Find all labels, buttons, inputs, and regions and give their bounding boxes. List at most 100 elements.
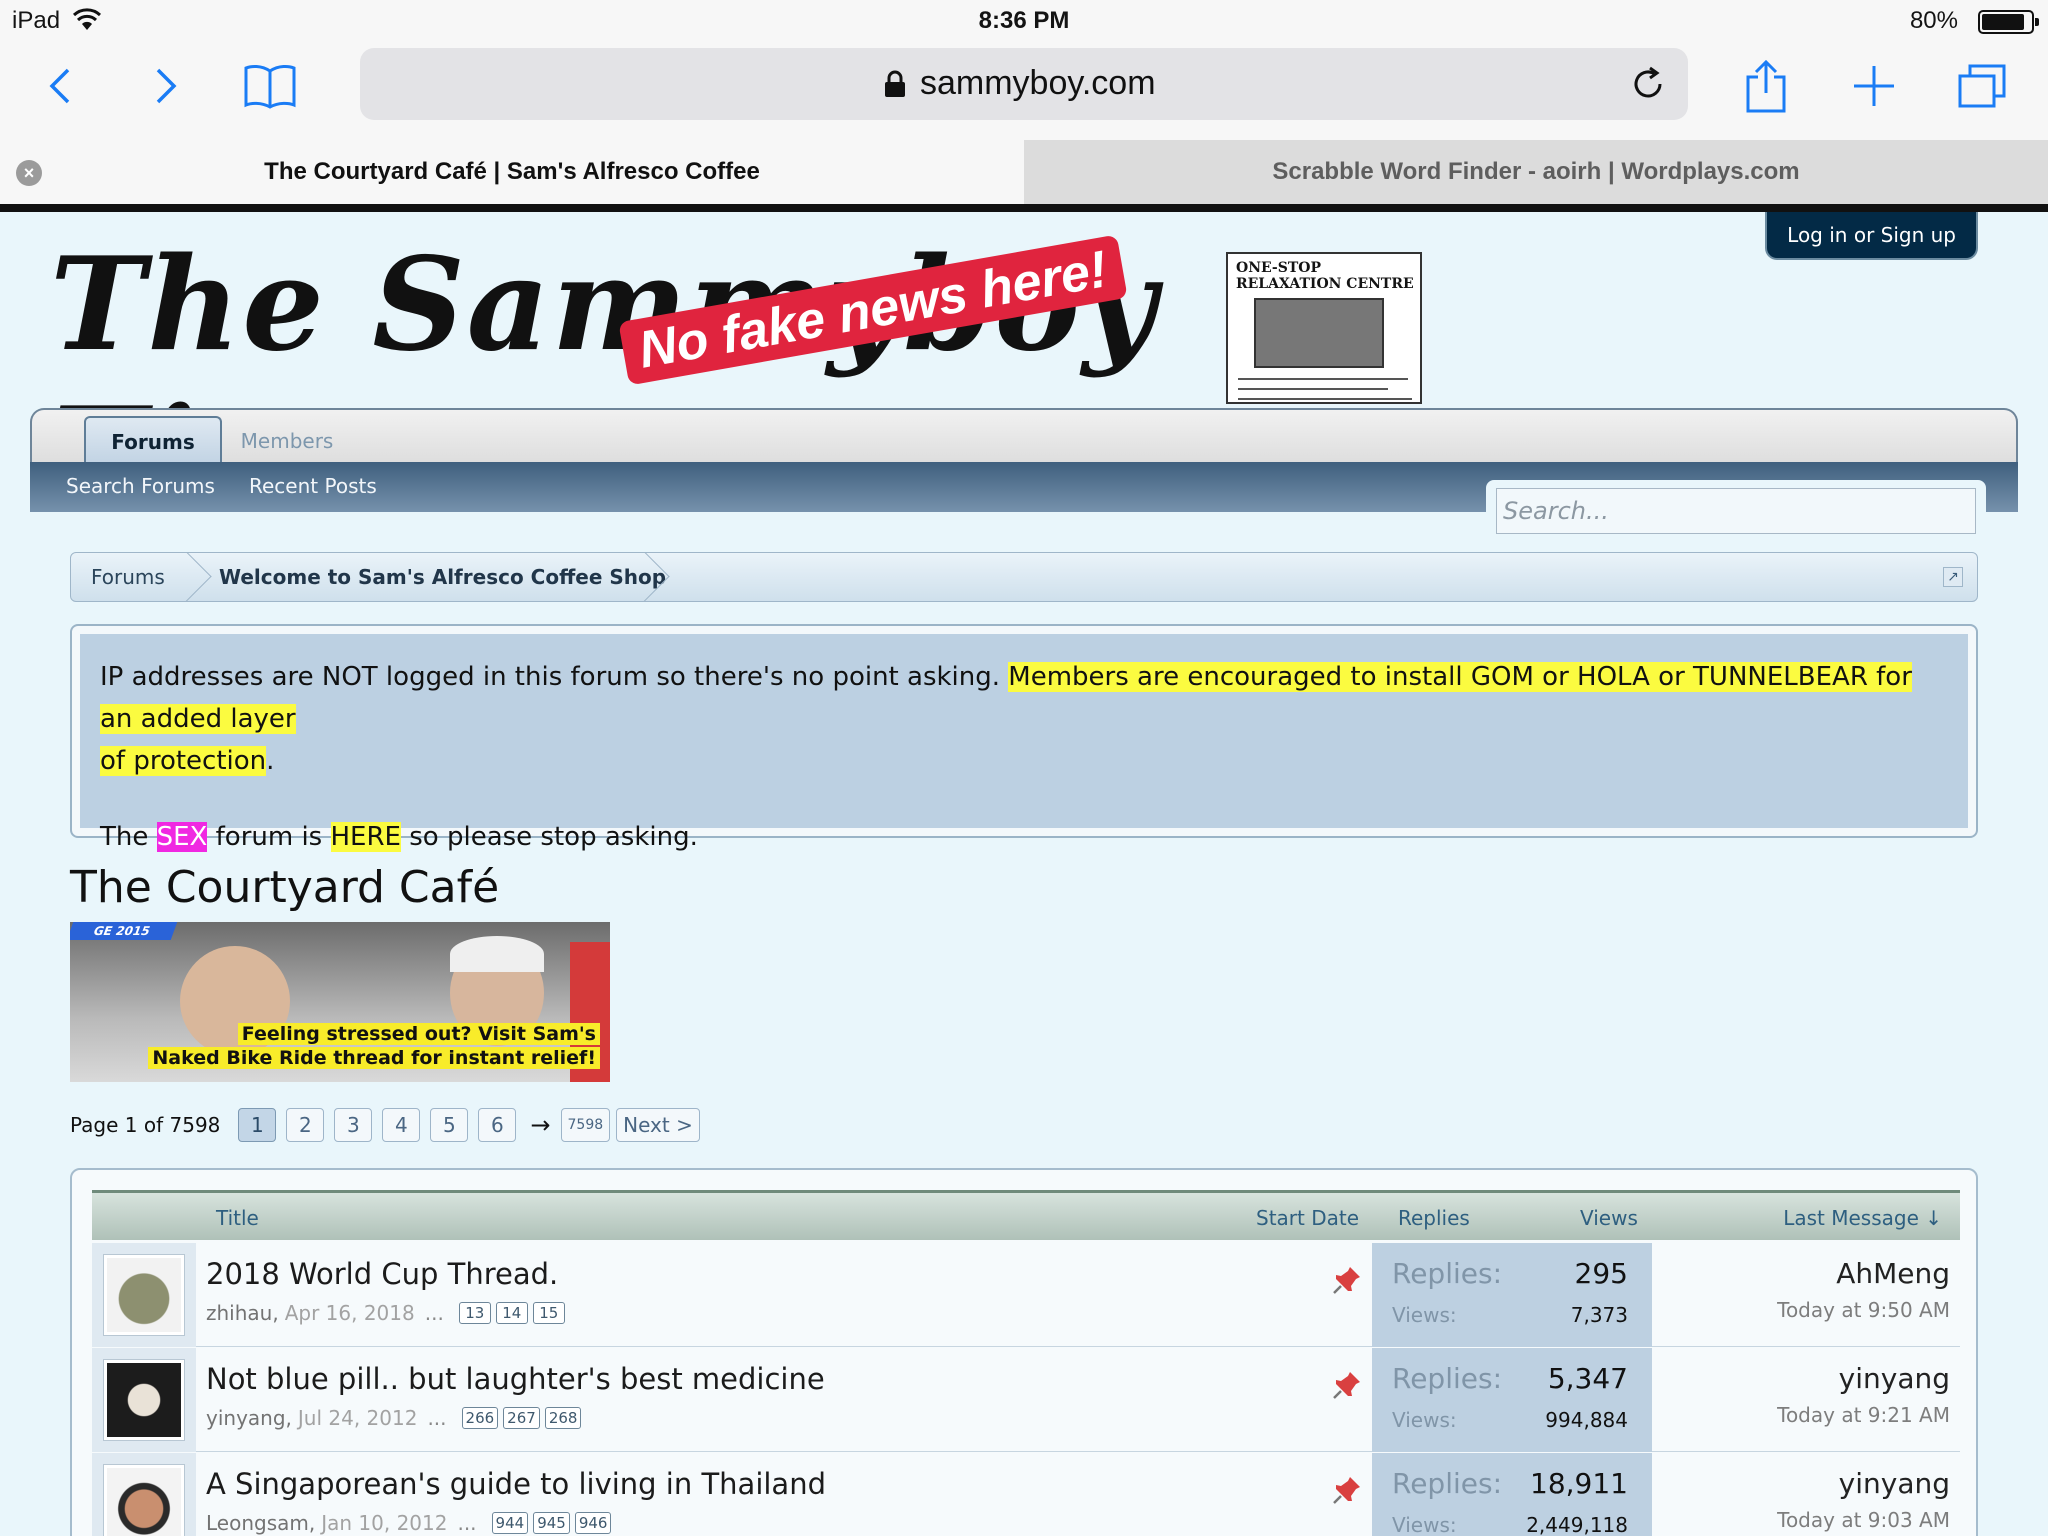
thread-page-link[interactable]: 14 (495, 1302, 528, 1324)
replies-count: 5,347 (1547, 1362, 1628, 1395)
jump-to-icon[interactable]: ↗ (1943, 567, 1963, 587)
avatar[interactable] (104, 1360, 184, 1440)
thread-author[interactable]: Leongsam, (206, 1511, 315, 1535)
page-link-last[interactable]: 7598 (560, 1108, 611, 1142)
address-bar[interactable]: sammyboy.com (360, 48, 1688, 120)
avatar[interactable] (104, 1465, 184, 1536)
last-message-time[interactable]: Today at 9:03 AM (1777, 1508, 1950, 1532)
last-message-user[interactable]: AhMeng (1777, 1257, 1950, 1290)
replies-label: Replies: (1392, 1467, 1503, 1500)
notice-text: forum is (207, 822, 331, 852)
battery-percent: 80% (1909, 7, 1958, 34)
chevron-right-icon (156, 68, 177, 104)
notice-text: . (266, 746, 275, 776)
thread-meta: Leongsam, Jan 10, 2012 ... 944 945 946 (206, 1511, 612, 1535)
search-container (1486, 480, 1986, 536)
thread-list: Title Start Date Replies Views Last Mess… (70, 1168, 1978, 1536)
notice-line-ip: IP addresses are NOT logged in this foru… (100, 656, 1948, 782)
page-link-4[interactable]: 4 (382, 1108, 421, 1142)
avatar-cell (92, 1453, 196, 1536)
back-button[interactable] (30, 56, 90, 116)
bookmarks-button[interactable] (240, 56, 300, 116)
notice-body: IP addresses are NOT logged in this foru… (80, 634, 1968, 852)
breadcrumb-forums[interactable]: Forums (91, 565, 165, 589)
thread-title[interactable]: 2018 World Cup Thread. (206, 1257, 558, 1291)
pin-icon (1333, 1267, 1360, 1294)
ellipsis: ... (427, 1406, 447, 1430)
thread-title[interactable]: Not blue pill.. but laughter's best medi… (206, 1362, 825, 1396)
last-message-user[interactable]: yinyang (1777, 1362, 1950, 1395)
share-icon (1746, 59, 1786, 113)
here-link[interactable]: HERE (330, 822, 401, 852)
status-time: 8:36 PM (978, 7, 1070, 34)
new-tab-button[interactable] (1844, 56, 1904, 116)
page-title: The Courtyard Café (70, 862, 500, 913)
subnav-recent-posts[interactable]: Recent Posts (249, 474, 377, 498)
breadcrumb-separator (643, 552, 673, 602)
promo-banner[interactable]: GE 2015 Feeling stressed out? Visit Sam'… (70, 922, 610, 1082)
tab-scrabble-word-finder[interactable]: Scrabble Word Finder - aoirh | Wordplays… (1024, 140, 2048, 204)
views-label: Views: (1392, 1513, 1457, 1536)
thread-date: Jan 10, 2012 (321, 1511, 448, 1535)
tab-members[interactable]: Members (232, 416, 342, 466)
avatar[interactable] (104, 1255, 184, 1335)
pin-icon (1333, 1477, 1360, 1504)
last-message-user[interactable]: yinyang (1777, 1467, 1950, 1500)
views-count: 2,449,118 (1526, 1513, 1628, 1536)
breadcrumb-coffee-shop[interactable]: Welcome to Sam's Alfresco Coffee Shop (219, 565, 666, 589)
avatar-cell (92, 1348, 196, 1452)
close-tab-icon[interactable]: × (16, 160, 42, 186)
thread-page-link[interactable]: 15 (532, 1302, 565, 1324)
pagination: Page 1 of 7598 1 2 3 4 5 6 → 7598 Next > (70, 1108, 700, 1142)
thread-page-link[interactable]: 267 (503, 1407, 540, 1429)
thread-page-link[interactable]: 946 (574, 1512, 612, 1534)
status-bar: iPad 8:36 PM 80% (0, 0, 2048, 42)
book-icon (244, 64, 296, 109)
thread-page-link[interactable]: 945 (533, 1512, 570, 1534)
banner-hair (450, 936, 544, 972)
thread-stats: Replies: 5,347 Views: 994,884 (1372, 1348, 1652, 1452)
sort-replies[interactable]: Replies (1398, 1206, 1470, 1230)
thread-author[interactable]: yinyang, (206, 1406, 292, 1430)
ad-heading: ONE-STOP RELAXATION CENTRE (1236, 260, 1414, 292)
forward-button[interactable] (136, 56, 196, 116)
thread-page-link[interactable]: 13 (458, 1302, 491, 1324)
share-button[interactable] (1736, 56, 1796, 116)
pin-icon (1333, 1372, 1360, 1399)
page-link-3[interactable]: 3 (334, 1108, 373, 1142)
thread-list-header: Title Start Date Replies Views Last Mess… (92, 1190, 1960, 1240)
sort-last-message[interactable]: Last Message ↓ (1783, 1206, 1942, 1230)
notice-highlight: of protection (100, 746, 267, 776)
last-message-time[interactable]: Today at 9:21 AM (1777, 1403, 1950, 1427)
replies-count: 295 (1574, 1257, 1628, 1290)
thread-page-link[interactable]: 266 (461, 1407, 499, 1429)
page-link-5[interactable]: 5 (430, 1108, 469, 1142)
page-link-6[interactable]: 6 (478, 1108, 517, 1142)
thread-meta: yinyang, Jul 24, 2012 ... 266 267 268 (206, 1406, 582, 1430)
page-link-2[interactable]: 2 (286, 1108, 325, 1142)
sort-views[interactable]: Views (1580, 1206, 1638, 1230)
tab-forums[interactable]: Forums (84, 416, 222, 466)
sort-title[interactable]: Title (216, 1206, 259, 1230)
site-logo[interactable]: The Sammyboy Times No fake news here! ON… (50, 230, 1430, 530)
thread-page-link[interactable]: 944 (491, 1512, 529, 1534)
logo-ad-image: ONE-STOP RELAXATION CENTRE (1226, 252, 1422, 404)
login-signup-button[interactable]: Log in or Sign up (1765, 212, 1978, 260)
last-message-time[interactable]: Today at 9:50 AM (1777, 1298, 1950, 1322)
thread-page-link[interactable]: 268 (544, 1407, 582, 1429)
reload-icon[interactable] (1626, 62, 1670, 106)
page-link-1[interactable]: 1 (238, 1108, 277, 1142)
tabs-button[interactable] (1952, 56, 2012, 116)
subnav-search-forums[interactable]: Search Forums (66, 474, 215, 498)
thread-author[interactable]: zhihau, (206, 1301, 279, 1325)
last-message: AhMeng Today at 9:50 AM (1777, 1257, 1950, 1322)
tab-courtyard-cafe[interactable]: × The Courtyard Café | Sam's Alfresco Co… (0, 140, 1024, 204)
thread-title[interactable]: A Singaporean's guide to living in Thail… (206, 1467, 826, 1501)
sort-start-date[interactable]: Start Date (1256, 1206, 1359, 1230)
sex-link[interactable]: SEX (156, 822, 208, 852)
search-input[interactable] (1496, 488, 1976, 534)
plus-icon (1854, 66, 1894, 106)
banner-caption: Feeling stressed out? Visit Sam's Naked … (140, 1022, 600, 1070)
page-skip-arrow: → (530, 1111, 551, 1139)
next-page-button[interactable]: Next > (616, 1108, 700, 1142)
